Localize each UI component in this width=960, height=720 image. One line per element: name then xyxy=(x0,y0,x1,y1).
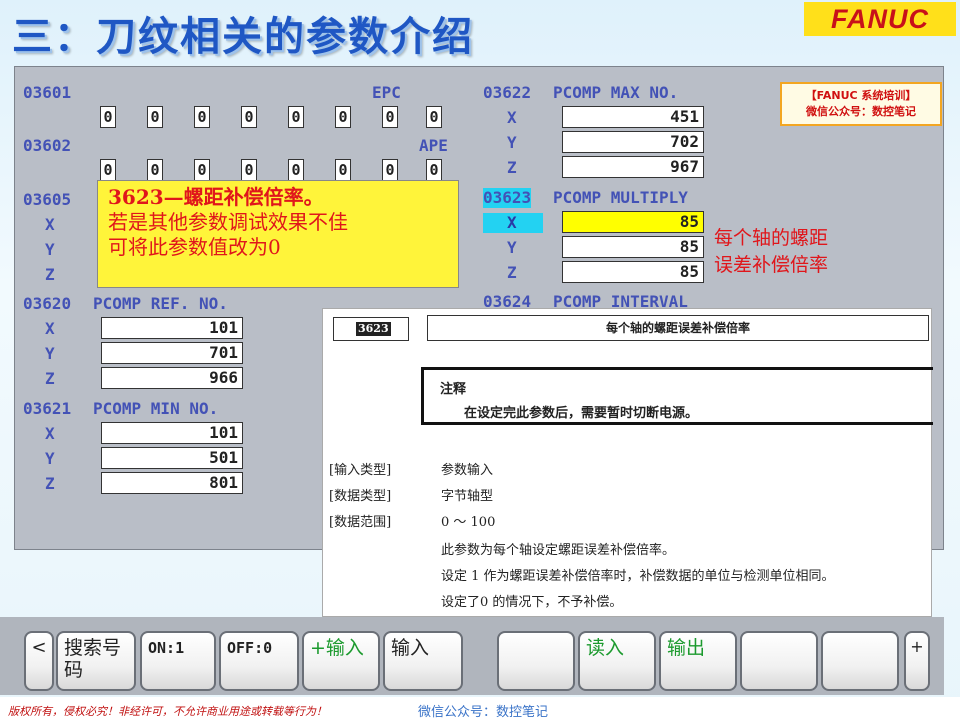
softkey-bar: < 搜索号码 ON:1 OFF:0 +输入 输入 读入 输出 + xyxy=(0,617,944,695)
param-3621-value-x[interactable]: 101 xyxy=(101,422,243,444)
param-3602-bit-6[interactable]: 0 xyxy=(147,159,163,181)
param-3602-bit-1[interactable]: 0 xyxy=(382,159,398,181)
param-3602-bit-0[interactable]: 0 xyxy=(426,159,442,181)
param-3601-bit-5[interactable]: 0 xyxy=(194,106,210,128)
param-3620-value-x[interactable]: 101 xyxy=(101,317,243,339)
param-3622-value-y[interactable]: 702 xyxy=(562,131,704,153)
param-3602-bit-2[interactable]: 0 xyxy=(335,159,351,181)
softkey-off[interactable]: OFF:0 xyxy=(219,631,299,691)
annotation-note-line-1: 3623—螺距补偿倍率。 xyxy=(108,185,324,209)
training-badge-title: 【FANUC 系统培训】 xyxy=(805,89,917,102)
param-3601-bit-3[interactable]: 0 xyxy=(288,106,304,128)
param-3620-axis-z: Z xyxy=(45,369,55,388)
param-3623-axis-z: Z xyxy=(507,263,517,282)
param-3602-bit-label: APE xyxy=(419,136,448,155)
param-3623-value-x[interactable]: 85 xyxy=(562,211,704,233)
param-3620-value-z[interactable]: 966 xyxy=(101,367,243,389)
param-3605-axis-z: Z xyxy=(45,265,55,284)
training-badge: 【FANUC 系统培训】 微信公众号：数控笔记 xyxy=(780,82,942,126)
manual-description-2: 设定 1 作为螺距误差补偿倍率时，补偿数据的单位与检测单位相同。 xyxy=(441,569,835,584)
manual-param-header: 每个轴的螺距误差补偿倍率 xyxy=(427,315,929,341)
param-3622-value-x[interactable]: 451 xyxy=(562,106,704,128)
softkey-on[interactable]: ON:1 xyxy=(140,631,216,691)
param-3621-axis-z: Z xyxy=(45,474,55,493)
manual-description-3: 设定了0 的情况下，不予补偿。 xyxy=(441,595,623,610)
param-3620-value-y[interactable]: 701 xyxy=(101,342,243,364)
param-3602-number: 03602 xyxy=(23,136,72,155)
param-3605-number: 03605 xyxy=(23,190,72,209)
param-3620-label: PCOMP REF. NO. xyxy=(93,294,228,313)
param-3601-bit-2[interactable]: 0 xyxy=(335,106,351,128)
param-3622-label: PCOMP MAX NO. xyxy=(553,83,679,102)
param-3622-axis-y: Y xyxy=(507,133,517,152)
annotation-note-line-3: 可将此参数值改为0 xyxy=(108,235,281,259)
softkey-output[interactable]: 输出 xyxy=(659,631,737,691)
manual-note-title: 注释 xyxy=(440,382,467,397)
param-3620-number: 03620 xyxy=(23,294,72,313)
softkey-prev-arrow[interactable]: < xyxy=(24,631,54,691)
annotation-note: 3623—螺距补偿倍率。 若是其他参数调试效果不佳 可将此参数值改为0 xyxy=(97,180,459,288)
softkey-plus-input[interactable]: +输入 xyxy=(302,631,380,691)
manual-param-number: 3623 xyxy=(356,322,391,336)
param-3623-number: 03623 xyxy=(483,188,532,208)
softkey-input[interactable]: 输入 xyxy=(383,631,463,691)
softkey-search-number[interactable]: 搜索号码 xyxy=(56,631,136,691)
slide-title: 三：刀纹相关的参数介绍 xyxy=(12,14,474,60)
side-annotation-line-1: 每个轴的螺距 xyxy=(714,227,829,249)
footer-copyright: 版权所有，侵权必究！非经许可，不允许商业用途或转载等行为！ xyxy=(8,705,327,718)
param-3601-bit-7[interactable]: 0 xyxy=(100,106,116,128)
manual-input-type-value: 参数输入 xyxy=(441,463,494,478)
param-3602-bit-5[interactable]: 0 xyxy=(194,159,210,181)
param-3605-axis-y: Y xyxy=(45,240,55,259)
param-3623-axis-x: X xyxy=(483,213,543,233)
param-3601-bit-0[interactable]: 0 xyxy=(426,106,442,128)
param-3602-bit-4[interactable]: 0 xyxy=(241,159,257,181)
param-3605-axis-x: X xyxy=(45,215,55,234)
param-3622-axis-x: X xyxy=(507,108,517,127)
side-annotation-line-2: 误差补偿倍率 xyxy=(714,254,829,276)
footer-wechat: 微信公众号：数控笔记 xyxy=(418,705,549,720)
param-3602-bit-3[interactable]: 0 xyxy=(288,159,304,181)
param-3601-bit-6[interactable]: 0 xyxy=(147,106,163,128)
param-3620-axis-x: X xyxy=(45,319,55,338)
param-3621-number: 03621 xyxy=(23,399,72,418)
softkey-blank-1[interactable] xyxy=(497,631,575,691)
manual-description-1: 此参数为每个轴设定螺距误差补偿倍率。 xyxy=(441,543,676,558)
param-3621-label: PCOMP MIN NO. xyxy=(93,399,219,418)
manual-data-range-value: 0 ～ 100 xyxy=(441,515,496,530)
param-3622-number: 03622 xyxy=(483,83,532,102)
param-3601-number: 03601 xyxy=(23,83,72,102)
manual-data-type-label: [数据类型] xyxy=(329,489,392,504)
param-3621-value-y[interactable]: 501 xyxy=(101,447,243,469)
manual-note-text: 在设定完此参数后，需要暂时切断电源。 xyxy=(464,406,699,421)
fanuc-logo: FANUC xyxy=(804,2,956,36)
manual-data-range-label: [数据范围] xyxy=(329,515,392,530)
param-3622-value-z[interactable]: 967 xyxy=(562,156,704,178)
softkey-next-plus[interactable]: + xyxy=(904,631,930,691)
param-3601-bit-1[interactable]: 0 xyxy=(382,106,398,128)
side-annotation: 每个轴的螺距 误差补偿倍率 xyxy=(714,225,828,279)
param-3623-value-z[interactable]: 85 xyxy=(562,261,704,283)
manual-excerpt: 3623 每个轴的螺距误差补偿倍率 注释 在设定完此参数后，需要暂时切断电源。 … xyxy=(322,308,933,617)
param-3621-axis-x: X xyxy=(45,424,55,443)
param-3620-axis-y: Y xyxy=(45,344,55,363)
param-3602-bit-7[interactable]: 0 xyxy=(100,159,116,181)
param-3623-value-y[interactable]: 85 xyxy=(562,236,704,258)
manual-param-number-box: 3623 xyxy=(333,317,409,341)
softkey-blank-3[interactable] xyxy=(821,631,899,691)
annotation-note-line-2: 若是其他参数调试效果不佳 xyxy=(108,210,348,234)
softkey-read[interactable]: 读入 xyxy=(578,631,656,691)
param-3622-axis-z: Z xyxy=(507,158,517,177)
manual-input-type-label: [输入类型] xyxy=(329,463,392,478)
param-3623-axis-y: Y xyxy=(507,238,517,257)
param-3623-label: PCOMP MULTIPLY xyxy=(553,188,688,207)
param-3601-bit-4[interactable]: 0 xyxy=(241,106,257,128)
param-3621-value-z[interactable]: 801 xyxy=(101,472,243,494)
manual-data-type-value: 字节轴型 xyxy=(441,489,494,504)
param-3621-axis-y: Y xyxy=(45,449,55,468)
softkey-blank-2[interactable] xyxy=(740,631,818,691)
param-3601-bit-label: EPC xyxy=(372,83,401,102)
manual-note-box: 注释 在设定完此参数后，需要暂时切断电源。 xyxy=(421,367,933,425)
training-badge-subtitle: 微信公众号：数控笔记 xyxy=(806,105,916,118)
